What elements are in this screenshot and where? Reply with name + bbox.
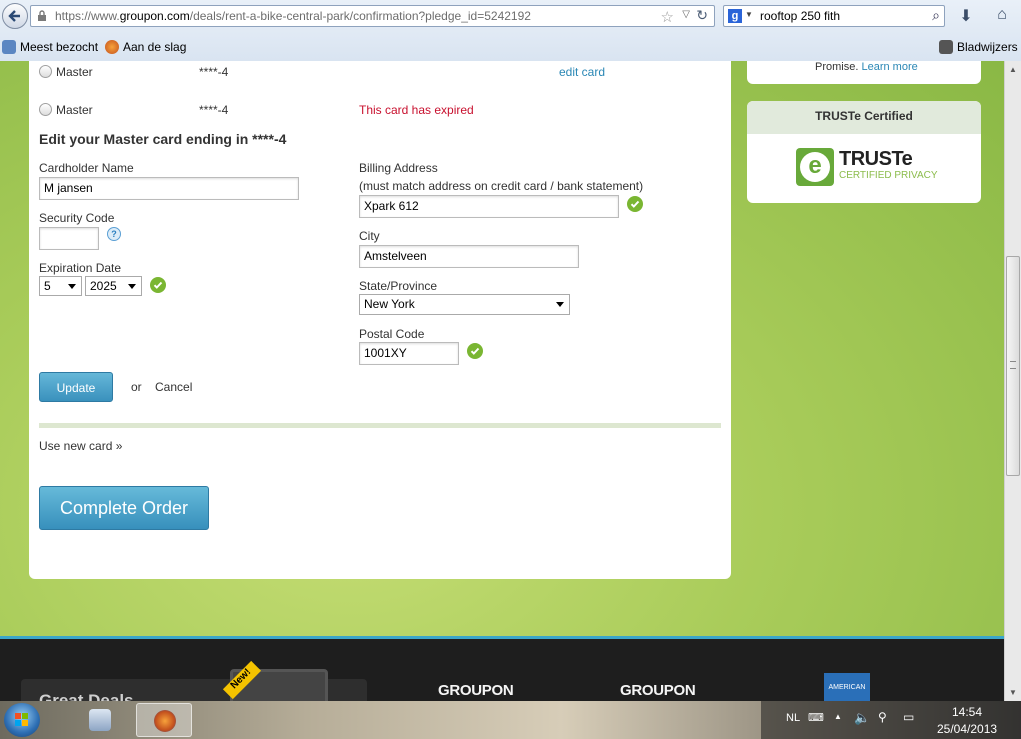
radio-button[interactable] — [39, 65, 52, 78]
card-expired-message: This card has expired — [359, 103, 474, 117]
search-input[interactable]: rooftop 250 fith — [760, 9, 840, 23]
truste-logo-text: TRUSTe — [839, 148, 913, 170]
bookmark-star-icon[interactable]: ☆ — [661, 8, 674, 26]
search-icon[interactable]: ⌕ — [932, 7, 940, 24]
amex-logo: AMERICAN — [824, 673, 870, 701]
cancel-link[interactable]: Cancel — [155, 380, 192, 394]
bookmarks-menu[interactable]: Bladwijzers — [939, 40, 1018, 54]
postal-code-input[interactable]: 1001XY — [359, 342, 459, 365]
billing-address-label: Billing Address — [359, 161, 438, 175]
truste-logo-subtext: CERTIFIED PRIVACY — [839, 170, 938, 181]
help-icon[interactable]: ? — [107, 227, 121, 241]
firefox-icon — [105, 40, 119, 54]
payment-panel: Master ****-4 edit card Master ****-4 Th… — [29, 61, 731, 579]
chevron-down-icon — [68, 284, 76, 289]
arrow-left-icon — [8, 10, 20, 22]
billing-address-input[interactable]: Xpark 612 — [359, 195, 619, 218]
firefox-icon — [154, 710, 176, 732]
calculator-taskbar-button[interactable] — [72, 703, 128, 737]
cardholder-name-input[interactable]: M jansen — [39, 177, 299, 200]
city-label: City — [359, 229, 380, 243]
card-option-2[interactable]: Master — [39, 103, 93, 117]
or-text: or — [131, 380, 142, 394]
learn-more-link[interactable]: Learn more — [861, 61, 917, 73]
check-icon — [150, 277, 166, 293]
radio-button[interactable] — [39, 103, 52, 116]
firefox-taskbar-button[interactable] — [136, 703, 192, 737]
promise-panel: Promise. Learn more — [747, 61, 981, 84]
reload-icon[interactable]: ↻ — [696, 7, 708, 24]
taskbar: NL ⌨ ▲ 🔈 ⚲ ▭ 14:54 25/04/2013 — [0, 701, 1021, 739]
bookmark-most-visited[interactable]: Meest bezocht — [2, 40, 98, 54]
browser-chrome: https://www.groupon.com/deals/rent-a-bik… — [0, 0, 1021, 62]
clock-date[interactable]: 25/04/2013 — [937, 722, 997, 736]
home-icon[interactable]: ⌂ — [992, 6, 1012, 26]
check-icon — [467, 343, 483, 359]
scroll-up-icon[interactable]: ▲ — [1009, 65, 1017, 74]
update-button[interactable]: Update — [39, 372, 113, 402]
search-engine-dropdown-icon[interactable]: ▼ — [745, 10, 753, 19]
groupon-logo[interactable]: GROUPON — [620, 682, 696, 699]
check-icon — [627, 196, 643, 212]
truste-heading: TRUSTe Certified — [747, 101, 981, 134]
expiration-year-select[interactable]: 2025 — [85, 276, 142, 296]
bookmark-get-started[interactable]: Aan de slag — [105, 40, 186, 54]
calculator-icon — [89, 709, 111, 731]
complete-order-button[interactable]: Complete Order — [39, 486, 209, 530]
bookmarks-toolbar: Meest bezocht Aan de slag Bladwijzers — [0, 37, 1021, 59]
address-bar[interactable]: https://www.groupon.com/deals/rent-a-bik… — [30, 5, 715, 27]
start-button[interactable] — [4, 703, 40, 737]
edit-card-heading: Edit your Master card ending in ****-4 — [39, 131, 287, 147]
download-icon[interactable]: ⬇ — [956, 6, 976, 26]
page-content: Master ****-4 edit card Master ****-4 Th… — [0, 61, 1004, 701]
divider — [39, 423, 721, 428]
vertical-scrollbar[interactable]: ▲ ▼ — [1004, 61, 1021, 701]
chevron-down-icon — [128, 284, 136, 289]
star-icon — [939, 40, 953, 54]
volume-icon[interactable]: 🔈 — [854, 710, 870, 726]
groupon-logo[interactable]: GROUPON — [438, 682, 514, 699]
folder-icon — [2, 40, 16, 54]
scrollbar-thumb[interactable] — [1006, 256, 1020, 476]
back-button[interactable] — [2, 3, 28, 29]
system-tray: NL ⌨ ▲ 🔈 ⚲ ▭ 14:54 25/04/2013 — [761, 701, 1021, 739]
edit-card-link[interactable]: edit card — [559, 65, 605, 79]
billing-address-note: (must match address on credit card / ban… — [359, 179, 644, 193]
site-footer: Great Deals New! GROUPON GROUPON AMERICA… — [0, 636, 1004, 701]
network-icon[interactable]: ⚲ — [878, 710, 887, 724]
search-bar[interactable]: g ▼ rooftop 250 fith ⌕ — [723, 5, 945, 27]
state-select[interactable]: New York — [359, 294, 570, 315]
language-indicator[interactable]: NL — [786, 712, 800, 724]
card-number: ****-4 — [199, 103, 229, 117]
scroll-down-icon[interactable]: ▼ — [1009, 688, 1017, 697]
security-code-label: Security Code — [39, 211, 115, 225]
url-text: https://www.groupon.com/deals/rent-a-bik… — [55, 9, 531, 23]
city-input[interactable]: Amstelveen — [359, 245, 579, 268]
display-icon[interactable]: ▭ — [903, 710, 914, 724]
clock-time[interactable]: 14:54 — [952, 705, 982, 719]
history-dropdown-icon[interactable]: ▽ — [682, 9, 690, 20]
chevron-down-icon — [556, 302, 564, 307]
truste-logo-icon[interactable]: e — [796, 148, 834, 186]
security-code-input[interactable] — [39, 227, 99, 250]
card-option-1[interactable]: Master — [39, 65, 93, 79]
google-icon[interactable]: g — [728, 9, 742, 23]
windows-logo-icon — [15, 713, 28, 726]
expiration-date-label: Expiration Date — [39, 261, 122, 275]
card-number: ****-4 — [199, 65, 229, 79]
globe-icon — [38, 10, 46, 21]
postal-code-label: Postal Code — [359, 327, 425, 341]
expiration-month-select[interactable]: 5 — [39, 276, 82, 296]
truste-panel: TRUSTe Certified e TRUSTe CERTIFIED PRIV… — [747, 101, 981, 203]
promise-text: Promise. Learn more — [815, 61, 918, 73]
cardholder-label: Cardholder Name — [39, 161, 134, 175]
use-new-card-link[interactable]: Use new card » — [39, 439, 122, 453]
state-label: State/Province — [359, 279, 438, 293]
keyboard-icon[interactable]: ⌨ — [808, 711, 824, 724]
show-hidden-icons[interactable]: ▲ — [834, 712, 842, 721]
